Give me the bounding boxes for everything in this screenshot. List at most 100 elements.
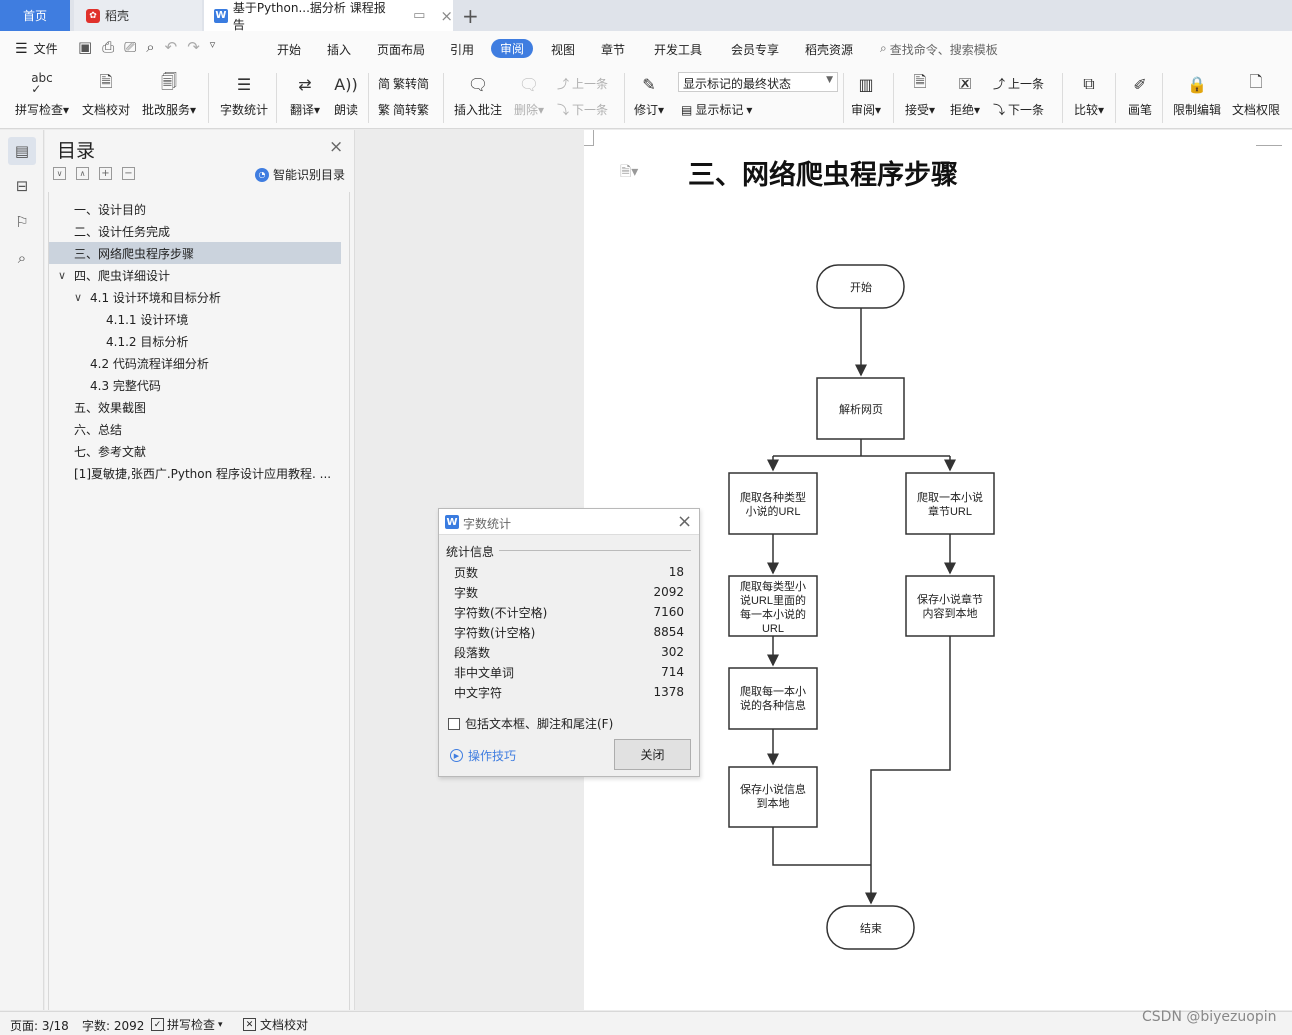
menu-review[interactable]: 审阅 [491, 39, 534, 58]
toc-item[interactable]: 4.1.1 设计环境 [49, 308, 341, 330]
doc-proof-button[interactable]: 🗎 文档校对 [81, 67, 131, 118]
smart-toc-button[interactable]: ◔ 智能识别目录 [255, 166, 345, 183]
prev-comment-button[interactable]: ⤴ 上一条 [557, 75, 608, 92]
next-change-button[interactable]: ⤵ 下一条 [993, 101, 1044, 118]
command-search[interactable]: ⌕ 查找命令、搜索模板 [880, 41, 998, 58]
toc-item[interactable]: 五、效果截图 [49, 396, 341, 418]
close-icon[interactable]: × [329, 137, 343, 157]
show-markup-button[interactable]: ▤ 显示标记 ▾ [681, 101, 752, 118]
translate-button[interactable]: ⇄ 翻译▾ [287, 67, 323, 118]
tab-daoke-label: 稻壳 [105, 9, 130, 23]
display-state-select[interactable]: 显示标记的最终状态 ▼ [678, 72, 838, 92]
status-spellcheck[interactable]: ✓ 拼写检查 ▾ [151, 1016, 223, 1033]
file-menu[interactable]: ☰ 文件 [15, 40, 58, 57]
tab-document[interactable]: W 基于Python...据分析 课程报告 ▭ × [204, 0, 453, 32]
menu-references[interactable]: 引用 [450, 41, 474, 58]
flow-arrow [865, 636, 951, 905]
trad-to-simp-button[interactable]: 简 繁转简 [378, 75, 429, 92]
bookmark-icon[interactable]: ⚐ [11, 211, 33, 233]
toc-item[interactable]: 一、设计目的 [49, 198, 341, 220]
dialog-titlebar[interactable]: W 字数统计 × [439, 509, 699, 535]
expand-arrow-icon[interactable]: ∨ [74, 291, 82, 304]
doc-rights-icon: 🗋 [1249, 71, 1263, 91]
remove-heading-icon[interactable]: − [122, 167, 135, 180]
stat-row: 中文字符 1378 [454, 682, 684, 702]
close-button[interactable]: 关闭 [614, 739, 691, 770]
undo-icon[interactable]: ↶ [165, 38, 178, 56]
toc-item[interactable]: 三、网络爬虫程序步骤 [49, 242, 341, 264]
menu-daoke-resources[interactable]: 稻壳资源 [805, 41, 853, 58]
read-aloud-button[interactable]: A)) 朗读 [332, 67, 360, 118]
insert-comment-button[interactable]: 🗨 插入批注 [453, 67, 503, 118]
flow-left1-label: 爬取各种类型 [740, 490, 806, 504]
toc-item[interactable]: 4.1.2 目标分析 [49, 330, 341, 352]
menu-page-layout[interactable]: 页面布局 [377, 41, 425, 58]
close-tab-icon[interactable]: × [440, 7, 453, 25]
menu-developer[interactable]: 开发工具 [654, 41, 702, 58]
expand-arrow-icon[interactable]: ∨ [58, 269, 66, 282]
spellcheck-button[interactable]: abc ✓ 拼写检查▾ [13, 67, 71, 118]
chapter-nav-icon[interactable]: ⊟ [11, 175, 33, 197]
page-indicator[interactable]: 页面: 3/18 [10, 1017, 69, 1034]
delete-comment-button[interactable]: 🗨 删除▾ [511, 67, 547, 118]
print-preview-icon[interactable]: ⌕ [146, 38, 154, 56]
tips-link[interactable]: ▶ 操作技巧 [450, 747, 516, 764]
quick-access-dropdown-icon[interactable]: ▿ [210, 38, 216, 56]
tab-home[interactable]: 首页 [0, 0, 70, 31]
print-icon[interactable]: ⎚ [124, 38, 136, 56]
toc-item-label: 四、爬虫详细设计 [74, 268, 171, 283]
toc-item[interactable]: 4.2 代码流程详细分析 [49, 352, 341, 374]
menu-view[interactable]: 视图 [551, 41, 575, 58]
toc-item-label: 六、总结 [74, 422, 123, 437]
add-heading-icon[interactable]: + [99, 167, 112, 180]
word-count-indicator[interactable]: 字数: 2092 [82, 1017, 144, 1034]
word-count-button[interactable]: ☰ 字数统计 [219, 67, 269, 118]
toc-item[interactable]: 4.3 完整代码 [49, 374, 341, 396]
status-doc-proof[interactable]: ✕ 文档校对 [243, 1016, 308, 1033]
tab-home-label: 首页 [22, 9, 47, 23]
reject-button[interactable]: 🗷 拒绝▾ [947, 67, 983, 118]
next-comment-button[interactable]: ⤵ 下一条 [557, 101, 608, 118]
prev-change-button[interactable]: ⤴ 上一条 [993, 75, 1044, 92]
expand-up-icon[interactable]: ∧ [76, 167, 89, 180]
track-changes-icon: ✎ [642, 74, 656, 94]
prev-change-label: 上一条 [1008, 77, 1045, 91]
track-changes-button[interactable]: ✎ 修订▾ [632, 67, 666, 118]
stat-label: 字数 [454, 585, 479, 600]
toc-item-label: 三、网络爬虫程序步骤 [74, 246, 195, 261]
menu-member[interactable]: 会员专享 [731, 41, 779, 58]
toc-view-icon[interactable]: ▤ [8, 137, 36, 165]
restrict-edit-button[interactable]: 🔒 限制编辑 [1171, 67, 1223, 118]
doc-rights-label: 文档权限 [1231, 103, 1280, 117]
toc-item[interactable]: ∨ 四、爬虫详细设计 [49, 264, 341, 286]
toc-item[interactable]: 六、总结 [49, 418, 341, 440]
menu-section[interactable]: 章节 [601, 41, 625, 58]
review-pane-button[interactable]: ▥ 审阅▾ [848, 67, 884, 118]
close-icon[interactable]: × [677, 511, 692, 532]
stat-label: 段落数 [454, 645, 491, 660]
collapse-all-icon[interactable]: ∨ [53, 167, 66, 180]
toc-item[interactable]: 二、设计任务完成 [49, 220, 341, 242]
search-icon: ⌕ [880, 41, 887, 55]
include-textbox-checkbox[interactable]: 包括文本框、脚注和尾注(F) [448, 715, 613, 732]
accept-label: 接受 [904, 103, 929, 117]
menu-insert[interactable]: 插入 [327, 41, 351, 58]
export-pdf-icon[interactable]: ⎙ [102, 38, 114, 56]
toc-item[interactable]: 七、参考文献 [49, 440, 341, 462]
tab-daoke[interactable]: ✿ 稻壳 [74, 0, 202, 31]
doc-rights-button[interactable]: 🗋 文档权限 [1230, 67, 1282, 118]
new-tab-icon[interactable]: + [462, 4, 479, 28]
pen-button[interactable]: ✐ 画笔 [1124, 67, 1156, 118]
toc-item[interactable]: [1]夏敏捷,张西广.Python 程序设计应用教程. ... [49, 462, 341, 484]
pin-icon[interactable]: ▭ [413, 8, 425, 23]
compare-button[interactable]: ⧉ 比较▾ [1070, 67, 1108, 118]
menu-start[interactable]: 开始 [277, 41, 301, 58]
word-count-icon: ☰ [236, 74, 252, 94]
review-service-button[interactable]: 🗐 批改服务▾ [140, 67, 198, 118]
redo-icon[interactable]: ↷ [187, 38, 200, 56]
save-icon[interactable]: ▣ [78, 38, 92, 56]
find-icon[interactable]: ⌕ [11, 247, 33, 269]
toc-item[interactable]: ∨ 4.1 设计环境和目标分析 [49, 286, 341, 308]
accept-button[interactable]: 🗎 接受▾ [902, 67, 938, 118]
simp-to-trad-button[interactable]: 繁 简转繁 [378, 101, 429, 118]
